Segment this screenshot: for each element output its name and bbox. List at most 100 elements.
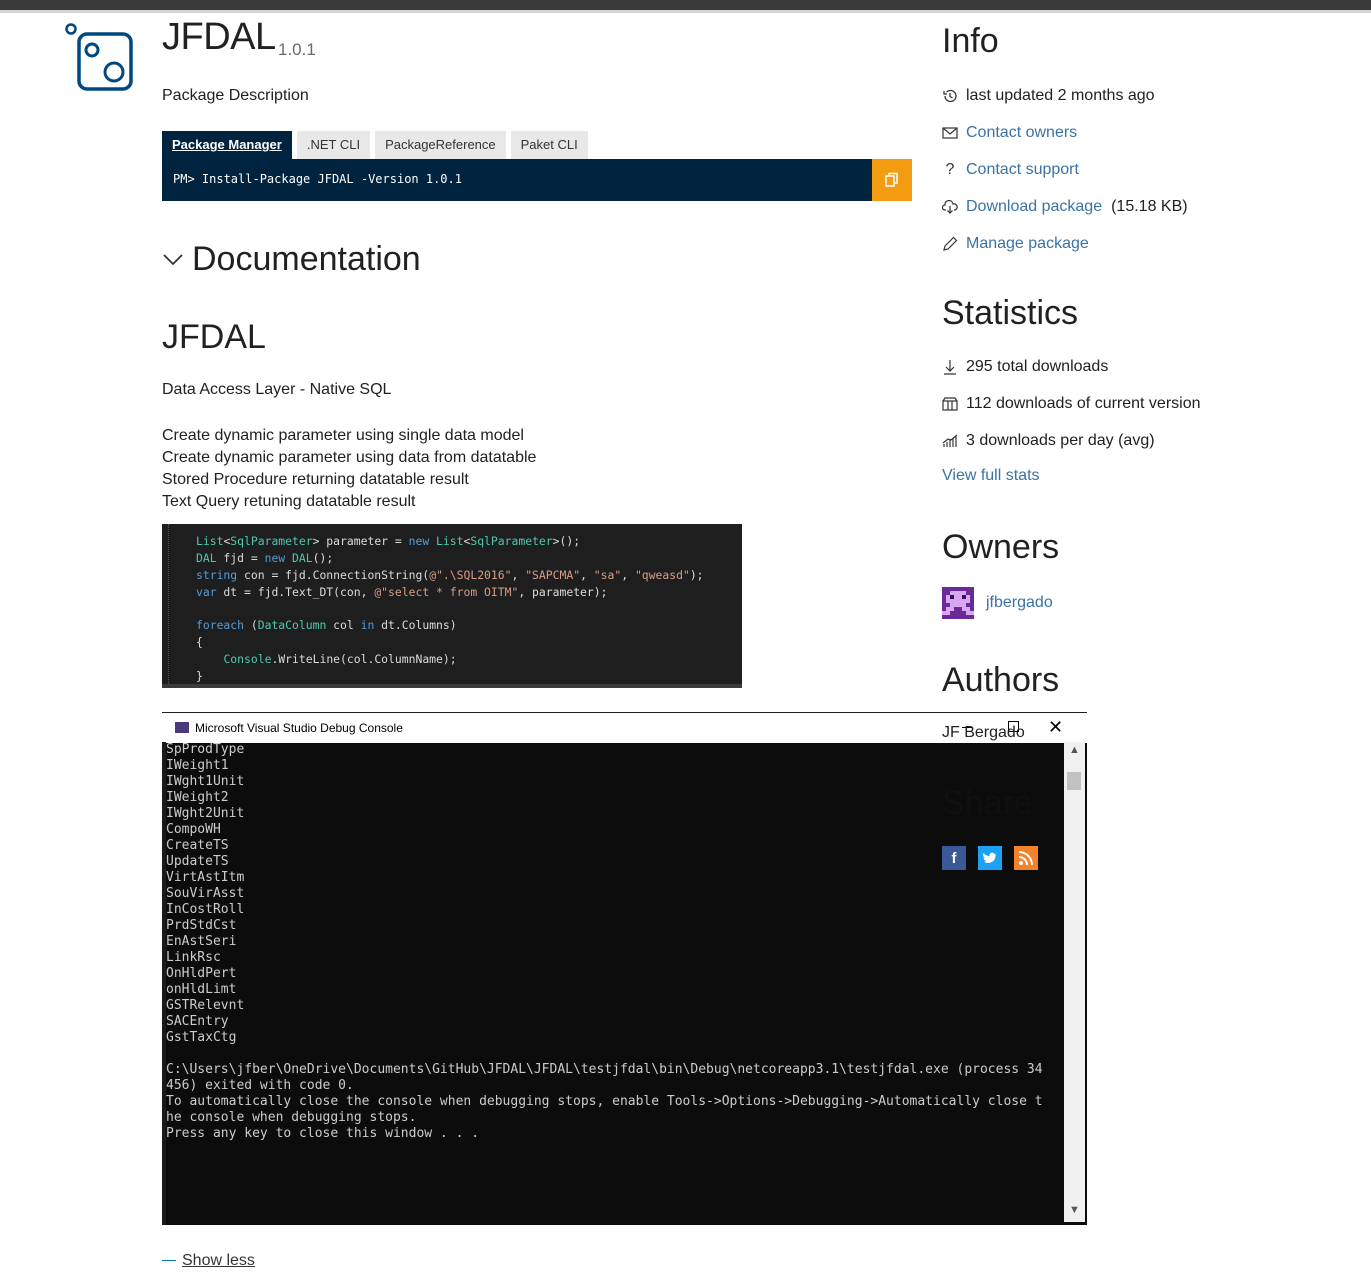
documentation-heading: Documentation bbox=[192, 240, 421, 278]
download-arrow-icon bbox=[942, 359, 958, 375]
top-bar-edge bbox=[0, 10, 1371, 13]
code-indent-guide bbox=[168, 524, 170, 688]
info-heading: Info bbox=[942, 22, 999, 60]
console-line: IWeight1 bbox=[166, 758, 229, 773]
install-command[interactable]: PM> Install-Package JFDAL -Version 1.0.1 bbox=[173, 172, 462, 186]
copy-button[interactable] bbox=[872, 159, 912, 201]
console-output: SpProdType IWeight1 IWght1Unit IWeight2 IWgh… bbox=[166, 742, 1043, 1142]
owners-heading: Owners bbox=[942, 528, 1060, 566]
current-version-downloads: 112 downloads of current version bbox=[942, 393, 1201, 415]
code-line-5: foreach (DataColumn col in dt.Columns) bbox=[196, 618, 457, 632]
tab-dotnet-cli[interactable]: .NET CLI bbox=[296, 131, 371, 159]
readme-feature: Text Query retuning datatable result bbox=[162, 493, 416, 510]
console-line: CompoWH bbox=[166, 822, 221, 837]
tab-package-manager[interactable]: Package Manager bbox=[162, 131, 292, 159]
owner-link[interactable]: jfbergado bbox=[986, 594, 1053, 612]
authors-heading: Authors bbox=[942, 661, 1060, 699]
console-line: GSTRelevnt bbox=[166, 998, 245, 1013]
readme-subtitle: Data Access Layer - Native SQL bbox=[162, 381, 392, 398]
console-line: C:\Users\jfber\OneDrive\Documents\GitHub… bbox=[166, 1062, 1043, 1077]
cloud-download-icon bbox=[942, 199, 958, 215]
share-heading: Share bbox=[942, 784, 1033, 822]
code-line-1: List<SqlParameter> parameter = new List<… bbox=[196, 534, 581, 548]
question-icon: ? bbox=[945, 161, 955, 178]
show-less-label[interactable]: Show less bbox=[182, 1252, 255, 1269]
console-line: Press any key to close this window . . . bbox=[166, 1126, 480, 1141]
contact-owners[interactable]: Contact owners bbox=[942, 122, 1077, 144]
package-icon bbox=[62, 20, 134, 99]
console-line: UpdateTS bbox=[166, 854, 229, 869]
documentation-toggle[interactable]: Documentation bbox=[162, 240, 421, 279]
avatar[interactable] bbox=[942, 587, 974, 619]
owner-item[interactable]: jfbergado bbox=[942, 587, 1053, 619]
copy-icon bbox=[885, 172, 898, 187]
view-full-stats-link[interactable]: View full stats bbox=[942, 467, 1040, 485]
package-description: Package Description bbox=[162, 87, 309, 104]
share-icons: f bbox=[942, 846, 1050, 870]
browser-top-bar bbox=[0, 0, 1371, 10]
total-downloads: 295 total downloads bbox=[942, 356, 1108, 378]
console-line: CreateTS bbox=[166, 838, 229, 853]
console-line: GstTaxCtg bbox=[166, 1030, 237, 1045]
console-line: SouVirAsst bbox=[166, 886, 245, 901]
console-line: EnAstSeri bbox=[166, 934, 237, 949]
console-line: LinkRsc bbox=[166, 950, 221, 965]
console-line: IWeight2 bbox=[166, 790, 229, 805]
code-line-4: var dt = fjd.Text_DT(con, @"select * fro… bbox=[196, 585, 608, 599]
readme-feature: Create dynamic parameter using data from… bbox=[162, 449, 537, 466]
total-downloads-text: 295 total downloads bbox=[966, 358, 1109, 375]
manage-package[interactable]: Manage package bbox=[942, 233, 1089, 255]
console-app-icon bbox=[175, 722, 189, 733]
scroll-down-icon: ▼ bbox=[1069, 1204, 1080, 1216]
readme-feature: Stored Procedure returning datatable res… bbox=[162, 471, 469, 488]
download-package-link[interactable]: Download package bbox=[966, 198, 1102, 216]
console-line: onHldLimt bbox=[166, 982, 237, 997]
tab-paket-cli[interactable]: Paket CLI bbox=[510, 131, 588, 159]
scroll-thumb bbox=[1067, 772, 1081, 790]
console-scrollbar: ▲ ▼ bbox=[1064, 742, 1085, 1222]
contact-support[interactable]: ? Contact support bbox=[942, 159, 1079, 181]
install-command-bar[interactable]: PM> Install-Package JFDAL -Version 1.0.1 bbox=[162, 159, 872, 201]
contact-support-link[interactable]: Contact support bbox=[966, 161, 1079, 179]
code-screenshot: List<SqlParameter> parameter = new List<… bbox=[162, 524, 742, 688]
chevron-down-icon bbox=[163, 253, 183, 265]
readme-feature: Create dynamic parameter using single da… bbox=[162, 427, 524, 444]
downloads-per-day: 3 downloads per day (avg) bbox=[942, 430, 1155, 452]
contact-owners-link[interactable]: Contact owners bbox=[966, 124, 1077, 142]
show-less-link[interactable]: Show less bbox=[162, 1252, 255, 1270]
twitter-icon[interactable] bbox=[978, 846, 1002, 870]
scroll-up-icon: ▲ bbox=[1069, 744, 1080, 756]
code-status-strip bbox=[162, 684, 742, 688]
history-icon bbox=[942, 88, 958, 104]
package-box-icon bbox=[942, 396, 958, 412]
author-names: JF Bergado bbox=[942, 724, 1025, 741]
downloads-per-day-text: 3 downloads per day (avg) bbox=[966, 432, 1155, 449]
readme-title: JFDAL bbox=[162, 318, 266, 356]
package-version: 1.0.1 bbox=[278, 40, 316, 59]
download-package[interactable]: Download package (15.18 KB) bbox=[942, 196, 1188, 218]
tab-package-reference[interactable]: PackageReference bbox=[375, 131, 506, 159]
console-line: VirtAstItm bbox=[166, 870, 245, 885]
console-line: OnHldPert bbox=[166, 966, 237, 981]
console-line: IWght1Unit bbox=[166, 774, 245, 789]
code-line-6: { bbox=[196, 635, 203, 649]
console-line: IWght2Unit bbox=[166, 806, 245, 821]
console-line: he console when debugging stops. bbox=[166, 1110, 417, 1125]
close-icon: ✕ bbox=[1048, 717, 1064, 737]
dash-icon bbox=[162, 1260, 176, 1262]
pencil-icon bbox=[942, 236, 958, 252]
console-line: SACEntry bbox=[166, 1014, 229, 1029]
code-line-7: Console.WriteLine(col.ColumnName); bbox=[223, 652, 457, 666]
console-line: 456) exited with code 0. bbox=[166, 1078, 354, 1093]
console-line: PrdStdCst bbox=[166, 918, 237, 933]
rss-icon[interactable] bbox=[1014, 846, 1038, 870]
facebook-icon[interactable]: f bbox=[942, 846, 966, 870]
console-title: Microsoft Visual Studio Debug Console bbox=[195, 721, 403, 735]
package-title: JFDAL bbox=[162, 16, 276, 58]
last-updated-text: last updated 2 months ago bbox=[966, 87, 1155, 104]
mail-icon bbox=[942, 125, 958, 141]
chart-icon bbox=[942, 433, 958, 449]
manage-package-link[interactable]: Manage package bbox=[966, 235, 1089, 253]
console-line: InCostRoll bbox=[166, 902, 245, 917]
